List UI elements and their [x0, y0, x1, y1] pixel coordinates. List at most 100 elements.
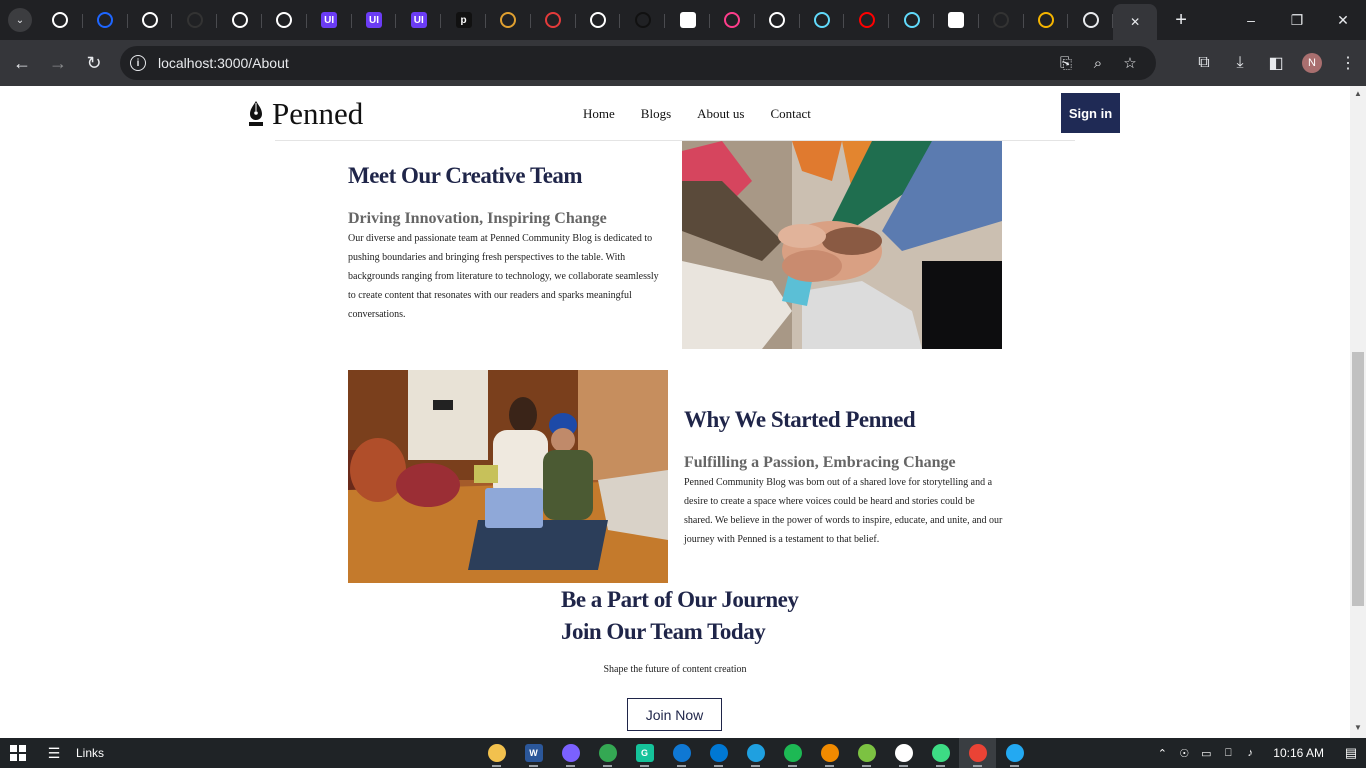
- browser-tab[interactable]: [1024, 4, 1069, 36]
- windows-logo-icon: [10, 745, 26, 761]
- links-toolbar-label[interactable]: Links: [76, 746, 104, 760]
- taskbar-app[interactable]: [774, 738, 811, 768]
- browser-tab[interactable]: [38, 4, 83, 36]
- nav-contact[interactable]: Contact: [770, 106, 810, 122]
- taskbar-app[interactable]: [959, 738, 996, 768]
- active-browser-tab[interactable]: ✕: [1113, 4, 1158, 40]
- browser-toolbar: ← → ↻ i localhost:3000/About ⎘ ⌕ ☆ ⧉ ⤓ ◧…: [0, 40, 1366, 86]
- vlc-icon: [820, 744, 839, 762]
- store-icon: [709, 744, 728, 762]
- network-icon[interactable]: ⎕: [1217, 747, 1239, 760]
- browser-tab[interactable]: UI: [396, 4, 441, 36]
- install-app-icon[interactable]: ⎘: [1050, 51, 1082, 75]
- browser-tab[interactable]: [800, 4, 845, 36]
- close-window-button[interactable]: ✕: [1320, 0, 1366, 40]
- side-panel-icon[interactable]: ◧: [1258, 45, 1294, 81]
- scrollbar-thumb[interactable]: [1352, 352, 1364, 606]
- avatar-tab-icon: [500, 12, 517, 28]
- scroll-down-arrow-icon[interactable]: ▼: [1354, 724, 1362, 732]
- battery-icon[interactable]: ▭: [1195, 747, 1217, 760]
- minimize-button[interactable]: –: [1228, 0, 1274, 40]
- back-button[interactable]: ←: [4, 45, 40, 81]
- taskbar-app[interactable]: [478, 738, 515, 768]
- taskbar-app[interactable]: [737, 738, 774, 768]
- github-icon: [141, 12, 158, 28]
- browser-tab[interactable]: [755, 4, 800, 36]
- url-text[interactable]: localhost:3000/About: [158, 55, 289, 71]
- taskbar-app[interactable]: [885, 738, 922, 768]
- browser-tab[interactable]: [172, 4, 217, 36]
- menu-kebab-icon[interactable]: ⋮: [1330, 45, 1366, 81]
- join-now-button[interactable]: Join Now: [627, 698, 722, 731]
- brand-logo[interactable]: Penned: [247, 96, 363, 132]
- browser-tab[interactable]: [128, 4, 173, 36]
- browser-tab[interactable]: [979, 4, 1024, 36]
- browser-tab[interactable]: [710, 4, 755, 36]
- taskbar-apps: WG: [478, 738, 1033, 768]
- start-button[interactable]: [0, 738, 36, 768]
- browser-tab[interactable]: UI: [352, 4, 397, 36]
- mail-icon: [672, 744, 691, 762]
- browser-tab[interactable]: [531, 4, 576, 36]
- close-tab-icon[interactable]: ✕: [1130, 15, 1140, 29]
- openai-icon: [589, 12, 606, 28]
- browser-tab[interactable]: p: [441, 4, 486, 36]
- taskbar-app[interactable]: W: [515, 738, 552, 768]
- meet-now-icon[interactable]: ☉: [1173, 747, 1195, 760]
- word-icon: W: [524, 744, 543, 762]
- tab-search-button[interactable]: ⌄: [8, 8, 32, 32]
- taskbar-app[interactable]: [996, 738, 1033, 768]
- site-info-icon[interactable]: i: [130, 55, 146, 71]
- nav-about[interactable]: About us: [697, 106, 744, 122]
- volume-icon[interactable]: ♪: [1239, 747, 1261, 759]
- browser-tab[interactable]: [844, 4, 889, 36]
- team-body: Our diverse and passionate team at Penne…: [348, 233, 659, 320]
- figma-colorful-icon: [724, 12, 741, 28]
- page-scrollbar[interactable]: ▲ ▼: [1350, 86, 1366, 738]
- taskbar-app[interactable]: G: [626, 738, 663, 768]
- browser-tab[interactable]: [889, 4, 934, 36]
- browser-tab[interactable]: [262, 4, 307, 36]
- notification-center-icon[interactable]: ▤: [1336, 745, 1366, 761]
- browser-tab[interactable]: [486, 4, 531, 36]
- downloads-icon[interactable]: ⤓: [1222, 45, 1258, 81]
- extensions-icon[interactable]: ⧉: [1186, 45, 1222, 81]
- github-icon: [52, 12, 69, 28]
- reload-button[interactable]: ↻: [76, 45, 112, 81]
- browser-tab[interactable]: [620, 4, 665, 36]
- taskbar-app[interactable]: [589, 738, 626, 768]
- browser-tab[interactable]: [1068, 4, 1113, 36]
- browser-tab[interactable]: [217, 4, 262, 36]
- tab-red-icon: [545, 12, 562, 28]
- task-view-button[interactable]: ☰: [36, 738, 72, 768]
- vscode-icon: [1005, 744, 1024, 762]
- taskbar-app[interactable]: [922, 738, 959, 768]
- browser-tab[interactable]: G: [665, 4, 710, 36]
- browser-tab[interactable]: UI: [307, 4, 352, 36]
- bookmark-star-icon[interactable]: ☆: [1114, 51, 1146, 75]
- nav-blogs[interactable]: Blogs: [641, 106, 671, 122]
- forward-button[interactable]: →: [40, 45, 76, 81]
- browser-tab[interactable]: [576, 4, 621, 36]
- taskbar-app[interactable]: [552, 738, 589, 768]
- profile-avatar[interactable]: N: [1302, 53, 1322, 73]
- browser-tab[interactable]: G: [934, 4, 979, 36]
- new-tab-button[interactable]: +: [1167, 6, 1195, 34]
- page-viewport: Penned Home Blogs About us Contact Sign …: [0, 86, 1350, 738]
- chrome-icon: [598, 744, 617, 762]
- taskbar-app[interactable]: [663, 738, 700, 768]
- scroll-up-arrow-icon[interactable]: ▲: [1354, 90, 1362, 98]
- sign-in-button[interactable]: Sign in: [1061, 93, 1120, 133]
- browser-tab[interactable]: [83, 4, 128, 36]
- download-icon: [1082, 12, 1099, 28]
- blank-page-icon: [993, 12, 1010, 28]
- clock[interactable]: 10:16 AM: [1273, 746, 1324, 760]
- zoom-icon[interactable]: ⌕: [1082, 51, 1114, 75]
- show-hidden-icons-icon[interactable]: ⌃: [1151, 747, 1173, 760]
- restore-button[interactable]: ❐: [1274, 0, 1320, 40]
- taskbar-app[interactable]: [700, 738, 737, 768]
- taskbar-app[interactable]: [848, 738, 885, 768]
- nav-home[interactable]: Home: [583, 106, 615, 122]
- address-bar[interactable]: i localhost:3000/About ⎘ ⌕ ☆: [120, 46, 1156, 80]
- taskbar-app[interactable]: [811, 738, 848, 768]
